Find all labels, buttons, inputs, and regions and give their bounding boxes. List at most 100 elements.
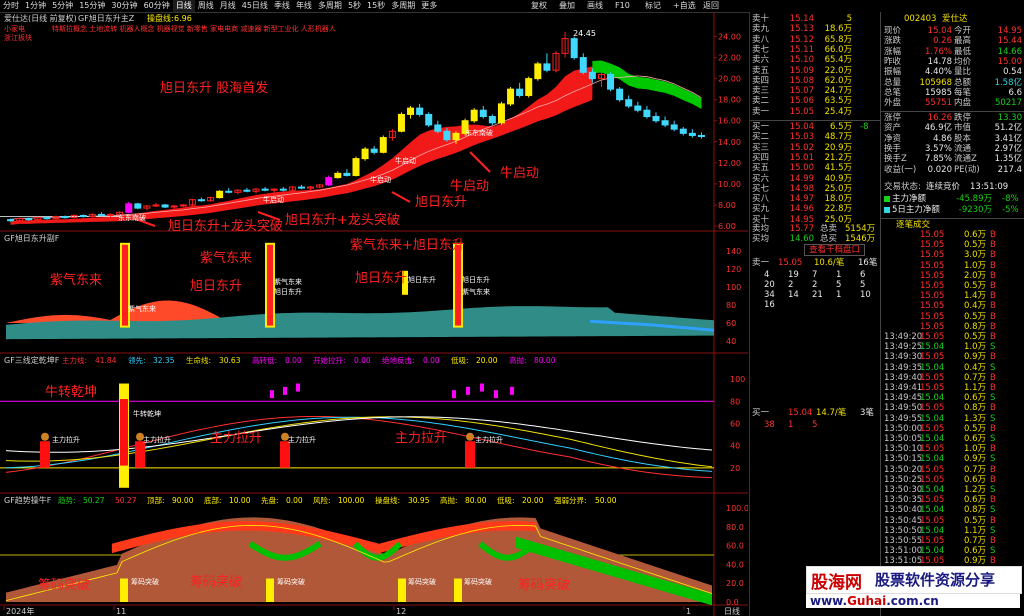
panel3-axis: 40	[730, 442, 740, 451]
tick-time: 13:50:25	[884, 474, 923, 485]
tick-price: 15.05	[920, 495, 945, 506]
sell-level-price: 15.14	[789, 14, 814, 24]
period-tab-15[interactable]: 多周期	[388, 0, 418, 12]
tick-price: 15.04	[920, 454, 945, 465]
tick-side: B	[990, 383, 996, 393]
tick-time: 13:50:35	[884, 495, 923, 506]
tick-volume: 0.5万	[963, 240, 986, 251]
period-tab-11[interactable]: 年线	[293, 0, 315, 12]
queue-sell-cell: 14	[788, 290, 799, 300]
tick-price: 15.05	[920, 240, 945, 251]
panel2-small-label-5: 紫气东来	[462, 287, 490, 296]
tick-side: S	[990, 342, 996, 353]
period-tab-5[interactable]: 60分钟	[141, 0, 173, 12]
panel3-signal-dot	[41, 432, 49, 441]
concept-ticker: 特斯拉概念 土地流转 机器人概念 机器视觉 新零售 家电电商 减速器 新型工业化…	[52, 24, 336, 33]
time-axis-label: 2024年	[6, 606, 34, 616]
panel4-yellow-bar-2	[398, 578, 406, 602]
toolbar-item-4[interactable]: 标记	[645, 0, 661, 12]
period-tab-16[interactable]: 更多	[418, 0, 440, 12]
panel4-annotation-0: 筹码突破	[38, 577, 90, 593]
panel4-legend-key-3: 底部:	[204, 495, 222, 505]
toolbar-item-1[interactable]: 叠加	[559, 0, 575, 12]
period-tab-6[interactable]: 日线	[172, 0, 195, 12]
panel3-axis: 60	[730, 419, 740, 428]
panel3-legend-key-2: 生命线:	[186, 355, 211, 365]
panel3-magenta-bar	[283, 386, 287, 395]
flow-label: 5日主力净额	[892, 205, 940, 215]
period-tab-9[interactable]: 45日线	[239, 0, 271, 12]
candle-body	[216, 190, 224, 199]
panel3-legend-val-7: 80.00	[534, 356, 556, 365]
time-axis-label: 1	[686, 607, 691, 616]
period-tab-10[interactable]: 季线	[271, 0, 293, 12]
panel3-annotation-0: 牛转乾坤	[45, 385, 97, 400]
stat-right-value: 50217	[994, 98, 1022, 109]
period-tab-14[interactable]: 15秒	[364, 0, 388, 12]
period-tab-7[interactable]: 周线	[195, 0, 217, 12]
chart-area[interactable]: 24.00 22.00 20.00 18.00 16.00 14.00 12.00 10.00…	[0, 12, 748, 616]
panel3-main-line	[5, 415, 713, 479]
tick-price: 15.05	[920, 556, 945, 567]
toolbar-item-6[interactable]: 返回	[703, 0, 719, 12]
period-tab-0[interactable]: 分时	[0, 0, 22, 12]
candle-body	[616, 88, 624, 101]
price-axis-label: 12.00	[718, 159, 741, 168]
stat-left-value: 105968	[919, 77, 952, 88]
panel2-small-label-2: 紫气东来	[274, 277, 302, 286]
candle-body	[379, 137, 387, 153]
candle-body	[579, 57, 587, 73]
stat-right-value: 14.66	[997, 46, 1022, 57]
panel4-axis: 80.0	[726, 523, 744, 532]
tick-volume: 1.0万	[963, 260, 986, 271]
tick-side: B	[990, 556, 996, 567]
buy-level-price: 14.98	[789, 183, 814, 194]
candle-body	[452, 132, 460, 141]
tick-volume: 0.9万	[963, 352, 986, 363]
qianfang-button[interactable]: 查看千档盘口	[804, 244, 866, 256]
tick-time: 13:49:55	[884, 413, 923, 424]
panel3-axis: 100	[730, 375, 745, 384]
price-axis-label: 8.00	[718, 201, 736, 210]
side-tag: 浙江板块	[4, 33, 32, 42]
buy-level-volume: 48.7万	[824, 132, 852, 143]
period-tab-13[interactable]: 5秒	[345, 0, 364, 12]
panel2-annotation-1: 旭日东升	[190, 279, 242, 294]
period-tab-3[interactable]: 15分钟	[76, 0, 108, 12]
candle-body	[497, 103, 505, 124]
panel3-legend-key-4: 开始拉升:	[313, 355, 346, 365]
panel4-legend-val-7: 80.00	[465, 496, 487, 505]
panel3-magenta-bar	[494, 390, 498, 399]
toolbar-item-2[interactable]: 画线	[587, 0, 603, 12]
panel4-legend-val-2: 90.00	[172, 496, 194, 505]
tick-price: 15.05	[920, 383, 945, 393]
panel2-annotation-0: 紫气东来	[50, 272, 102, 288]
panel4-axis: 0.0	[726, 598, 739, 607]
tick-time: 13:50:30	[884, 485, 923, 495]
candle-body	[352, 158, 360, 176]
candle-body	[516, 88, 524, 96]
panel-vertical-separator	[880, 12, 881, 616]
stat2-left-label: 换手	[884, 143, 902, 154]
sell-level-price: 15.12	[789, 34, 814, 45]
tick-side: B	[990, 270, 996, 281]
period-tab-4[interactable]: 30分钟	[108, 0, 140, 12]
period-tab-12[interactable]: 多周期	[315, 0, 345, 12]
candle-body	[607, 73, 615, 90]
toolbar-item-5[interactable]: +自选	[673, 0, 696, 12]
toolbar-item-0[interactable]: 复权	[531, 0, 547, 12]
period-tab-2[interactable]: 5分钟	[49, 0, 76, 12]
flow-legend-swatch	[884, 196, 890, 202]
stat-right-value: 15.44	[997, 36, 1022, 47]
tick-price: 15.05	[920, 474, 945, 485]
tick-side: S	[990, 434, 996, 444]
candle-body	[488, 116, 496, 124]
toolbar-item-3[interactable]: F10	[615, 0, 630, 12]
candle-body	[334, 172, 342, 179]
avg-sell-price: 15.77	[789, 224, 814, 234]
period-tab-1[interactable]: 1分钟	[22, 0, 49, 12]
panel3-life-line	[5, 416, 713, 468]
candle-body	[670, 124, 678, 130]
buy-level-price: 15.04	[789, 122, 814, 132]
period-tab-8[interactable]: 月线	[217, 0, 239, 12]
